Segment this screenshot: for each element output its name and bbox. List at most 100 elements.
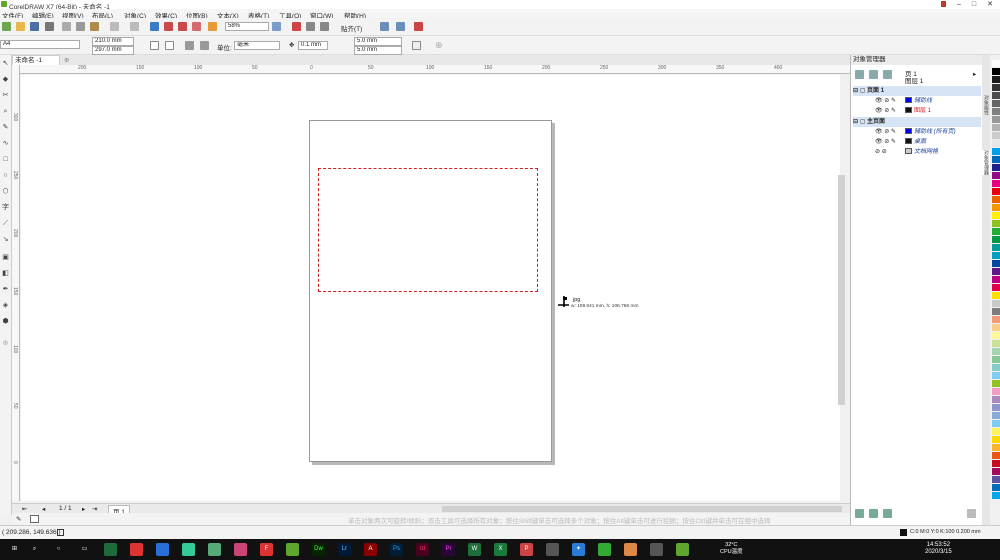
rectangle-tool-icon[interactable]: □ [1,155,10,164]
palette-swatch[interactable] [992,108,1000,115]
layers-view-icon[interactable] [883,70,892,79]
powerpoint-icon[interactable]: P [520,543,533,556]
polygon-tool-icon[interactable]: ⬡ [1,187,10,196]
docker-menu-icon[interactable]: ▸ [973,70,976,78]
palette-swatch[interactable] [992,236,1000,243]
zoom-level-field[interactable]: 58% [225,22,269,31]
taskbar-app-icon[interactable] [130,543,143,556]
palette-swatch[interactable] [992,404,1000,411]
lightroom-icon[interactable]: Lr [338,543,351,556]
palette-swatch[interactable] [992,204,1000,211]
taskbar-app-icon[interactable] [208,543,221,556]
palette-swatch[interactable] [992,172,1000,179]
palette-swatch[interactable] [992,212,1000,219]
layer-row[interactable]: ⊘ ⊘ 文档网格 [853,147,981,157]
palette-swatch[interactable] [992,92,1000,99]
save-icon[interactable] [30,22,39,31]
palette-swatch[interactable] [992,388,1000,395]
pick-tool-icon[interactable]: ↖ [1,59,10,68]
nudge-distance-field[interactable]: 0.1 mm [298,41,328,50]
cut-icon[interactable] [62,22,71,31]
palette-swatch[interactable] [992,140,1000,147]
wechat-icon[interactable] [598,543,611,556]
parallel-dimension-icon[interactable]: ⟋ [1,219,10,228]
acrobat-icon[interactable]: A [364,543,377,556]
coreldraw-active-icon[interactable] [676,543,689,556]
vertical-scrollbar[interactable] [838,175,845,405]
layer-visibility-icons[interactable]: 👁 ⊘ ✎ [875,96,905,106]
system-clock[interactable]: 14:53:52 2020/3/15 [925,542,952,556]
palette-swatch[interactable] [992,452,1000,459]
page-width-field[interactable]: 210.0 mm [92,37,134,46]
drop-shadow-icon[interactable]: ▣ [1,253,10,262]
palette-swatch[interactable] [992,252,1000,259]
zoom-tool-icon[interactable]: ⌕ [1,107,10,116]
connector-tool-icon[interactable]: ↘ [1,235,10,244]
start-icon[interactable]: ⊞ [8,543,21,556]
taskbar-app-icon[interactable] [234,543,247,556]
launch-icon[interactable] [414,22,423,31]
publish-pdf-icon[interactable] [192,22,201,31]
palette-swatch[interactable] [992,148,1000,155]
next-page-icon[interactable]: ▸ [82,505,85,513]
palette-swatch[interactable] [992,468,1000,475]
eyedropper-icon[interactable]: ✒ [1,285,10,294]
vertical-ruler[interactable]: 300 250 200 150 100 50 0 [12,65,20,501]
horizontal-scrollbar[interactable] [442,506,842,512]
application-options-icon[interactable] [396,22,405,31]
palette-swatch[interactable] [992,356,1000,363]
word-icon[interactable]: W [468,543,481,556]
add-icon[interactable]: ⊕ [435,40,443,51]
palette-swatch[interactable] [992,316,1000,323]
paste-icon[interactable] [90,22,99,31]
palette-swatch[interactable] [992,68,1000,75]
add-tool-icon[interactable]: ⊕ [1,339,10,348]
layer-visibility-icons[interactable]: 👁 ⊘ ✎ [875,106,905,116]
palette-swatch[interactable] [992,196,1000,203]
palette-swatch[interactable] [992,420,1000,427]
chrome-icon[interactable] [624,543,637,556]
options-icon[interactable] [380,22,389,31]
layer-row[interactable]: 👁 ⊘ ✎ 辅助线 [853,96,981,106]
full-screen-icon[interactable] [292,22,301,31]
last-page-icon[interactable]: ⇥ [92,505,97,513]
layer-visibility-icons[interactable]: 👁 ⊘ ✎ [875,137,905,147]
task-view-icon[interactable]: ▭ [78,543,91,556]
horizontal-ruler[interactable]: 200 150 100 50 0 50 100 150 200 250 300 … [20,65,850,74]
prev-page-icon[interactable]: ◂ [42,505,45,513]
document-page[interactable] [309,120,552,462]
palette-swatch[interactable] [992,284,1000,291]
all-pages-icon[interactable] [185,41,194,50]
palette-swatch[interactable] [992,276,1000,283]
palette-swatch[interactable] [992,156,1000,163]
delete-layer-icon[interactable] [967,509,976,518]
palette-swatch[interactable] [992,492,1000,499]
palette-swatch[interactable] [992,340,1000,347]
palette-swatch[interactable] [992,260,1000,267]
object-bounds-icon[interactable] [412,41,421,50]
search-content-icon[interactable] [150,22,159,31]
print-icon[interactable] [45,22,54,31]
transparency-icon[interactable]: ◧ [1,269,10,278]
palette-swatch[interactable] [992,484,1000,491]
docker-tab-object-properties[interactable]: 对象属性 [982,95,990,115]
palette-swatch[interactable] [992,76,1000,83]
crop-tool-icon[interactable]: ✂ [1,91,10,100]
close-button[interactable]: ✕ [983,0,997,9]
filezilla-icon[interactable]: F [260,543,273,556]
current-page-icon[interactable] [200,41,209,50]
new-master-all-icon[interactable] [883,509,892,518]
palette-swatch[interactable] [992,396,1000,403]
palette-swatch[interactable] [992,228,1000,235]
interactive-fill-icon[interactable]: ◈ [1,301,10,310]
taskbar-app-icon[interactable] [546,543,559,556]
no-color-swatch[interactable] [30,515,39,523]
shape-tool-icon[interactable]: ◆ [1,75,10,84]
document-tab[interactable]: 未命名 -1 [12,55,60,65]
collapse-icon[interactable]: ⊟ ▢ [853,119,867,125]
show-grid-icon[interactable] [320,22,329,31]
indesign-icon[interactable]: Id [416,543,429,556]
show-rulers-icon[interactable] [306,22,315,31]
layer-visibility-icons[interactable]: ⊘ ⊘ [875,147,905,157]
status-expand-icon[interactable] [57,529,64,536]
